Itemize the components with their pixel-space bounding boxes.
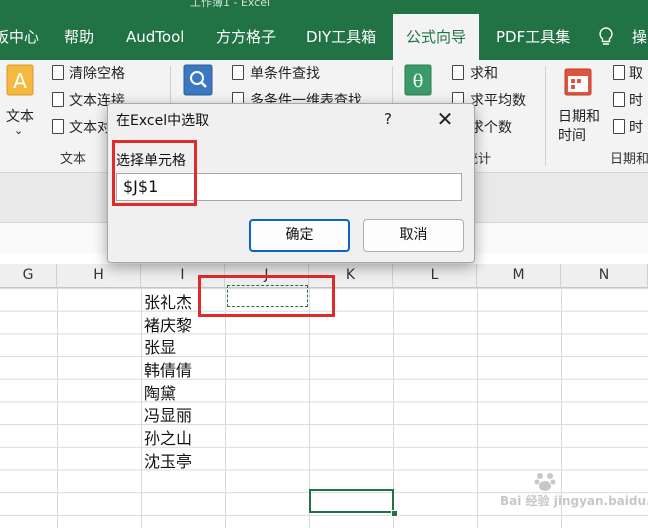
tab-fangfang[interactable]: 方方格子 xyxy=(216,14,286,60)
cell-name[interactable]: 褚庆黎 xyxy=(144,312,192,336)
bookmark-icon xyxy=(613,92,625,107)
date-time-big-button[interactable]: 日期和 时间 xyxy=(554,62,604,144)
text-a-icon: A xyxy=(6,64,34,96)
cell-name[interactable]: 冯显丽 xyxy=(144,402,192,426)
cell-name[interactable]: 张显 xyxy=(144,334,176,358)
column-header-g[interactable]: G xyxy=(0,264,57,287)
ribbon-date-item-3[interactable]: 时 xyxy=(629,117,643,137)
window-title: 工作簿1 - Excel xyxy=(190,0,271,9)
ribbon-tab-bar: 板中心 帮助 AudTool 方方格子 DIY工具箱 公式向导 PDF工具集 操 xyxy=(0,14,648,60)
grid-line xyxy=(141,288,142,528)
svg-text:θ: θ xyxy=(413,71,424,92)
tab-pdf-tools[interactable]: PDF工具集 xyxy=(496,14,582,60)
bookmark-icon xyxy=(613,119,625,134)
bookmark-icon xyxy=(52,65,64,80)
tab-diy-toolbox[interactable]: DIY工具箱 xyxy=(306,14,386,60)
grid-line xyxy=(225,288,226,528)
group-label-date: 日期和 xyxy=(610,152,648,167)
title-bar: 工作簿1 - Excel xyxy=(0,0,648,14)
grid-line xyxy=(57,288,58,528)
book-search-icon[interactable] xyxy=(183,64,213,96)
ribbon-clear-spaces[interactable]: 清除空格 xyxy=(69,63,125,83)
help-button[interactable]: ? xyxy=(384,110,392,128)
ribbon-single-lookup[interactable]: 单条件查找 xyxy=(250,63,320,83)
bookmark-icon xyxy=(613,65,625,80)
ribbon-sum[interactable]: 求和 xyxy=(470,63,498,83)
close-icon: ✕ xyxy=(436,107,454,131)
annotation-box-dialog xyxy=(112,140,197,206)
column-header-n[interactable]: N xyxy=(561,264,648,287)
text-big-button-label: 文本 xyxy=(6,109,34,125)
svg-text:A: A xyxy=(13,69,27,93)
grid-line xyxy=(477,288,478,528)
cell-name[interactable]: 陶黛 xyxy=(144,380,176,404)
ribbon-date-item-1[interactable]: 取 xyxy=(629,63,643,83)
theta-function-icon[interactable]: θ xyxy=(404,64,432,96)
calendar-icon xyxy=(564,68,592,96)
ribbon-text-align[interactable]: 文本对 xyxy=(69,117,111,137)
active-cell[interactable] xyxy=(309,489,394,513)
annotation-box-cell xyxy=(198,275,335,317)
bookmark-icon xyxy=(52,119,64,134)
ribbon-count[interactable]: 求个数 xyxy=(470,117,512,137)
cell-name[interactable]: 张礼杰 xyxy=(144,289,192,313)
lightbulb-icon[interactable] xyxy=(598,27,614,47)
tab-template-center[interactable]: 板中心 xyxy=(0,14,44,60)
column-header-m[interactable]: M xyxy=(477,264,561,287)
close-button[interactable]: ✕ xyxy=(430,106,460,132)
tab-operations[interactable]: 操 xyxy=(632,14,648,60)
group-separator xyxy=(545,66,546,166)
watermark-text: Bai 经验 jingyan.baidu.com xyxy=(500,494,648,508)
tab-audtool[interactable]: AudTool xyxy=(126,14,196,60)
fill-handle[interactable] xyxy=(391,510,398,517)
date-button-line2: 时间 xyxy=(558,128,586,144)
chevron-down-icon: ⌄ xyxy=(14,124,24,137)
dialog-title: 在Excel中选取 xyxy=(116,113,210,129)
tab-help[interactable]: 帮助 xyxy=(64,14,104,60)
ok-button[interactable]: 确定 xyxy=(249,219,350,252)
cell-name[interactable]: 韩倩倩 xyxy=(144,357,192,381)
group-label-text: 文本 xyxy=(60,152,87,167)
cell-name[interactable]: 沈玉亭 xyxy=(144,448,192,472)
paw-logo-icon xyxy=(534,473,556,491)
column-header-l[interactable]: L xyxy=(393,264,477,287)
bookmark-icon xyxy=(232,65,244,80)
cell-name[interactable]: 孙之山 xyxy=(144,425,192,449)
ribbon-average[interactable]: 求平均数 xyxy=(470,90,526,110)
bookmark-icon xyxy=(52,92,64,107)
watermark: Bai 经验 jingyan.baidu.com xyxy=(500,468,648,524)
column-header-h[interactable]: H xyxy=(57,264,141,287)
ribbon-date-item-2[interactable]: 时 xyxy=(629,90,643,110)
cancel-button[interactable]: 取消 xyxy=(363,219,464,252)
date-button-line1: 日期和 xyxy=(558,109,600,125)
bookmark-icon xyxy=(452,65,464,80)
text-big-button[interactable]: A 文本 ⌄ xyxy=(2,62,40,142)
tab-formula-wizard[interactable]: 公式向导 xyxy=(393,14,479,60)
